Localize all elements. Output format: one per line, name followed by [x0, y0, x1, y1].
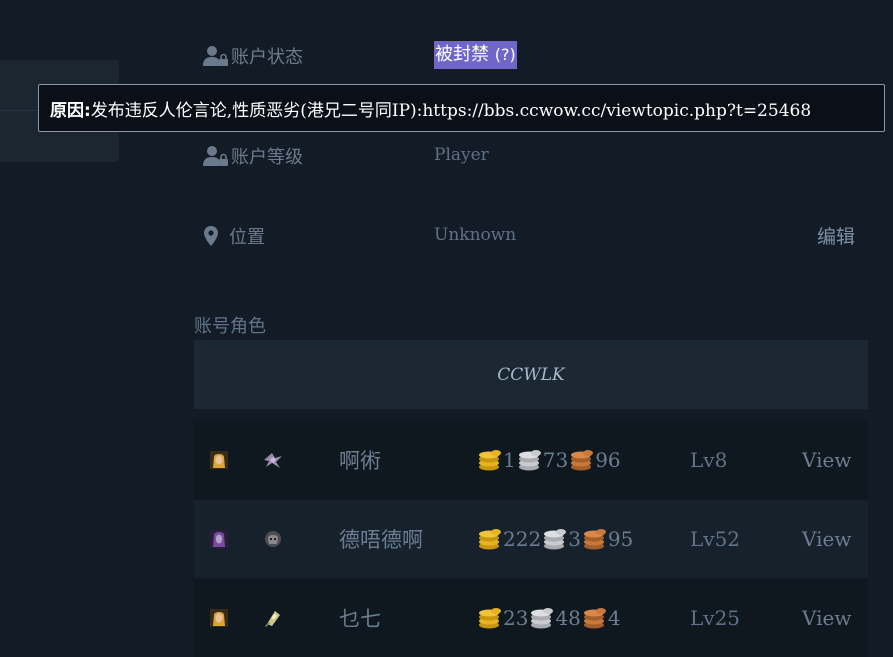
silver-amount: 3 — [568, 527, 581, 551]
ban-reason-tooltip: 原因: 发布违反人伦言论,性质恶劣(港兄二号同IP):https://bbs.c… — [38, 84, 885, 132]
character-name: 乜七 — [339, 607, 381, 631]
view-character-link[interactable]: View — [802, 527, 851, 551]
character-row: 乜七 23 48 4 Lv25 View — [194, 579, 868, 657]
paladin-class-icon — [265, 611, 280, 627]
gold-amount: 23 — [503, 606, 529, 630]
realm-header: CCWLK — [194, 340, 868, 409]
tooltip-text: 发布违反人伦言论,性质恶劣(港兄二号同IP):https://bbs.ccwow… — [90, 100, 812, 121]
gold-coins-icon — [479, 450, 501, 471]
silver-coins-icon — [544, 529, 567, 550]
status-value: 被封禁 — [435, 44, 489, 65]
tooltip-key: 原因: — [50, 100, 91, 121]
character-money: 1 73 96 — [478, 448, 623, 472]
death-knight-class-icon — [265, 531, 281, 547]
account-status-label: 账户状态 — [203, 43, 303, 69]
edit-location-link[interactable]: 编辑 — [817, 222, 855, 249]
silver-coins-icon — [518, 450, 541, 471]
location-label: 位置 — [203, 223, 265, 249]
status-badge[interactable]: 被封禁 (?) — [434, 41, 517, 69]
character-row: 啊術 1 73 96 Lv8 View — [194, 421, 868, 499]
character-level: Lv52 — [690, 527, 741, 551]
user-lock-icon — [203, 146, 228, 166]
view-character-link[interactable]: View — [802, 606, 851, 630]
copper-amount: 96 — [595, 448, 621, 472]
character-money: 222 3 95 — [478, 527, 635, 551]
gold-amount: 1 — [503, 448, 516, 472]
character-name: 德唔德啊 — [339, 528, 423, 552]
map-marker-icon — [204, 226, 218, 246]
human-female-icon — [210, 609, 228, 627]
silver-coins-icon — [531, 608, 554, 629]
location-label-text: 位置 — [229, 227, 265, 248]
undead-female-icon — [210, 530, 228, 548]
human-female-icon — [210, 451, 228, 469]
copper-coins-icon — [583, 608, 606, 629]
user-lock-icon — [203, 46, 228, 66]
copper-coins-icon — [571, 450, 594, 471]
copper-amount: 95 — [607, 527, 634, 551]
warlock-class-icon — [264, 453, 282, 468]
character-level: Lv8 — [690, 448, 728, 472]
character-level: Lv25 — [690, 606, 741, 630]
view-character-link[interactable]: View — [802, 448, 851, 472]
characters-section-title: 账号角色 — [194, 316, 266, 337]
character-money: 23 48 4 — [478, 606, 623, 630]
gold-amount: 222 — [503, 527, 542, 551]
silver-amount: 48 — [555, 606, 581, 630]
status-help[interactable]: (?) — [495, 45, 516, 64]
account-level-label-text: 账户等级 — [231, 147, 303, 168]
account-level-value: Player — [434, 145, 489, 165]
gold-coins-icon — [479, 529, 501, 550]
copper-coins-icon — [583, 529, 606, 550]
account-status-label-text: 账户状态 — [231, 47, 303, 68]
account-level-label: 账户等级 — [203, 143, 303, 169]
gold-coins-icon — [479, 608, 501, 629]
copper-amount: 4 — [607, 606, 621, 630]
character-row: 德唔德啊 222 3 95 Lv52 View — [194, 500, 868, 578]
location-value: Unknown — [434, 225, 517, 245]
silver-amount: 73 — [542, 448, 569, 472]
character-name: 啊術 — [339, 449, 381, 473]
